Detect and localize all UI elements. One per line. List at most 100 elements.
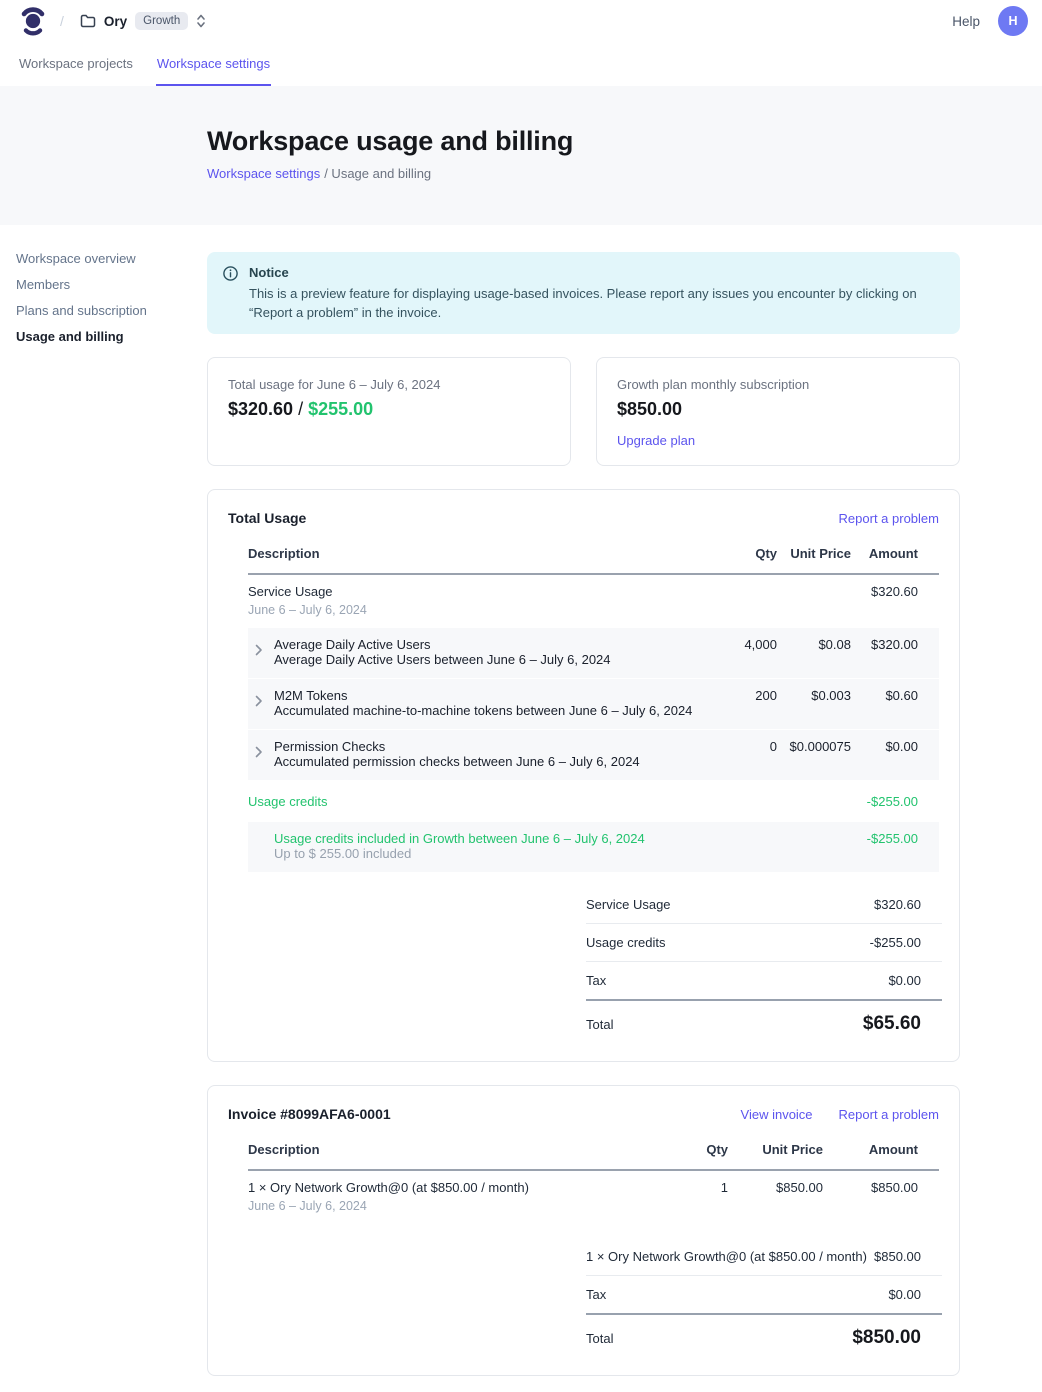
invoice-line-title: 1 × Ory Network Growth@0 (at $850.00 / m… (248, 1180, 648, 1195)
preview-notice: Notice This is a preview feature for dis… (207, 252, 960, 334)
service-usage-amount: $320.60 (851, 584, 939, 599)
chevron-right-icon[interactable] (255, 746, 263, 758)
usage-table-header: Description Qty Unit Price Amount (248, 540, 939, 575)
settings-sidenav: Workspace overview Members Plans and sub… (16, 252, 191, 356)
upgrade-plan-link[interactable]: Upgrade plan (617, 433, 695, 448)
view-invoice-link[interactable]: View invoice (741, 1107, 813, 1122)
invoice-card: Invoice #8099AFA6-0001 View invoice Repo… (207, 1085, 960, 1376)
service-usage-period: June 6 – July 6, 2024 (248, 603, 697, 617)
line-item-unit-price: $0.003 (777, 688, 851, 703)
page-header: Workspace usage and billing Workspace se… (0, 86, 1042, 225)
total-usage-card: Total usage for June 6 – July 6, 2024 $3… (207, 357, 571, 466)
line-item-amount: $0.60 (851, 688, 939, 703)
info-icon (223, 266, 238, 322)
sidebar-item-usage-and-billing[interactable]: Usage and billing (16, 330, 191, 343)
avatar[interactable]: H (998, 6, 1028, 36)
top-bar: / Ory Growth Help H (0, 0, 1042, 42)
line-item-unit-price: $0.08 (777, 637, 851, 652)
summary-row-plan: 1 × Ory Network Growth@0 (at $850.00 / m… (586, 1238, 942, 1276)
service-usage-row: Service Usage June 6 – July 6, 2024 $320… (248, 575, 939, 628)
workspace-switcher[interactable]: Ory Growth (80, 12, 206, 30)
workspace-name: Ory (104, 14, 127, 29)
col-unit-price: Unit Price (777, 546, 851, 561)
breadcrumb: Workspace settings / Usage and billing (207, 166, 1042, 181)
summary-row-tax: Tax$0.00 (586, 962, 942, 1001)
usage-invoice-card: Total Usage Report a problem Description… (207, 489, 960, 1062)
folder-icon (80, 14, 96, 28)
ory-logo-icon[interactable] (20, 5, 46, 37)
chevron-updown-icon (196, 13, 206, 29)
usage-credits-title: Usage credits (248, 794, 697, 809)
usage-summary: Service Usage$320.60 Usage credits-$255.… (586, 886, 942, 1037)
chevron-right-icon[interactable] (255, 695, 263, 707)
invoice-summary: 1 × Ory Network Growth@0 (at $850.00 / m… (586, 1238, 942, 1351)
summary-row-service-usage: Service Usage$320.60 (586, 886, 942, 924)
line-item-m2m-tokens[interactable]: M2M Tokens Accumulated machine-to-machin… (248, 679, 939, 729)
invoice-line-row: 1 × Ory Network Growth@0 (at $850.00 / m… (248, 1171, 939, 1224)
usage-table: Description Qty Unit Price Amount Servic… (248, 540, 939, 872)
line-item-title: Permission Checks (274, 739, 697, 754)
line-item-permission-checks[interactable]: Permission Checks Accumulated permission… (248, 730, 939, 780)
breadcrumb-link-workspace-settings[interactable]: Workspace settings (207, 166, 320, 181)
service-usage-title: Service Usage (248, 584, 697, 599)
credits-detail-amount: -$255.00 (851, 831, 939, 846)
page-title: Workspace usage and billing (207, 126, 1042, 157)
col-unit-price: Unit Price (728, 1142, 823, 1157)
col-amount: Amount (851, 546, 939, 561)
line-item-subtitle: Accumulated machine-to-machine tokens be… (274, 703, 697, 718)
plan-badge: Growth (135, 12, 188, 30)
workspace-tabs: Workspace projects Workspace settings (0, 42, 1042, 86)
invoice-line-unit-price: $850.00 (728, 1180, 823, 1195)
summary-row-tax: Tax$0.00 (586, 1276, 942, 1315)
total-usage-label: Total usage for June 6 – July 6, 2024 (228, 377, 550, 392)
invoice-line-period: June 6 – July 6, 2024 (248, 1199, 648, 1213)
usage-credits-detail-row: Usage credits included in Growth between… (248, 822, 939, 872)
notice-title: Notice (249, 265, 940, 280)
sidebar-item-workspace-overview[interactable]: Workspace overview (16, 252, 191, 265)
line-item-title: M2M Tokens (274, 688, 697, 703)
subscription-label: Growth plan monthly subscription (617, 377, 939, 392)
tab-workspace-settings[interactable]: Workspace settings (156, 56, 271, 86)
summary-row-total: Total$850.00 (586, 1315, 942, 1351)
col-description: Description (248, 1142, 648, 1157)
invoice-line-qty: 1 (648, 1180, 728, 1195)
notice-body: This is a preview feature for displaying… (249, 285, 940, 322)
usage-credits-amount: -$255.00 (851, 794, 939, 809)
sidebar-item-plans-and-subscription[interactable]: Plans and subscription (16, 304, 191, 317)
subscription-card: Growth plan monthly subscription $850.00… (596, 357, 960, 466)
summary-row-total: Total$65.60 (586, 1001, 942, 1037)
subscription-amount: $850.00 (617, 399, 939, 420)
col-description: Description (248, 546, 697, 561)
invoice-line-amount: $850.00 (823, 1180, 939, 1195)
col-qty: Qty (648, 1142, 728, 1157)
chevron-right-icon[interactable] (255, 644, 263, 656)
line-item-subtitle: Average Daily Active Users between June … (274, 652, 697, 667)
usage-credits-row: Usage credits -$255.00 (248, 781, 939, 822)
help-button[interactable]: Help (952, 14, 980, 29)
col-qty: Qty (697, 546, 777, 561)
invoice-table-header: Description Qty Unit Price Amount (248, 1136, 939, 1171)
line-item-title: Average Daily Active Users (274, 637, 697, 652)
report-problem-link-usage[interactable]: Report a problem (839, 511, 939, 526)
invoice-title: Invoice #8099AFA6-0001 (228, 1106, 391, 1122)
line-item-amount: $320.00 (851, 637, 939, 652)
line-item-adau[interactable]: Average Daily Active Users Average Daily… (248, 628, 939, 678)
breadcrumb-slash: / (60, 13, 64, 29)
line-item-qty: 0 (697, 739, 777, 754)
credits-detail-title: Usage credits included in Growth between… (274, 831, 697, 846)
col-amount: Amount (823, 1142, 939, 1157)
invoice-table: Description Qty Unit Price Amount 1 × Or… (248, 1136, 939, 1224)
line-item-qty: 200 (697, 688, 777, 703)
report-problem-link-invoice[interactable]: Report a problem (839, 1107, 939, 1122)
summary-row-usage-credits: Usage credits-$255.00 (586, 924, 942, 962)
line-item-qty: 4,000 (697, 637, 777, 652)
usage-credit-value: $255.00 (308, 399, 373, 419)
sidebar-item-members[interactable]: Members (16, 278, 191, 291)
line-item-subtitle: Accumulated permission checks between Ju… (274, 754, 697, 769)
tab-workspace-projects[interactable]: Workspace projects (18, 56, 134, 86)
total-usage-value: $320.60 / $255.00 (228, 399, 550, 420)
credits-detail-subtitle: Up to $ 255.00 included (274, 846, 697, 861)
breadcrumb-current: / Usage and billing (324, 166, 431, 181)
line-item-unit-price: $0.000075 (777, 739, 851, 754)
line-item-amount: $0.00 (851, 739, 939, 754)
